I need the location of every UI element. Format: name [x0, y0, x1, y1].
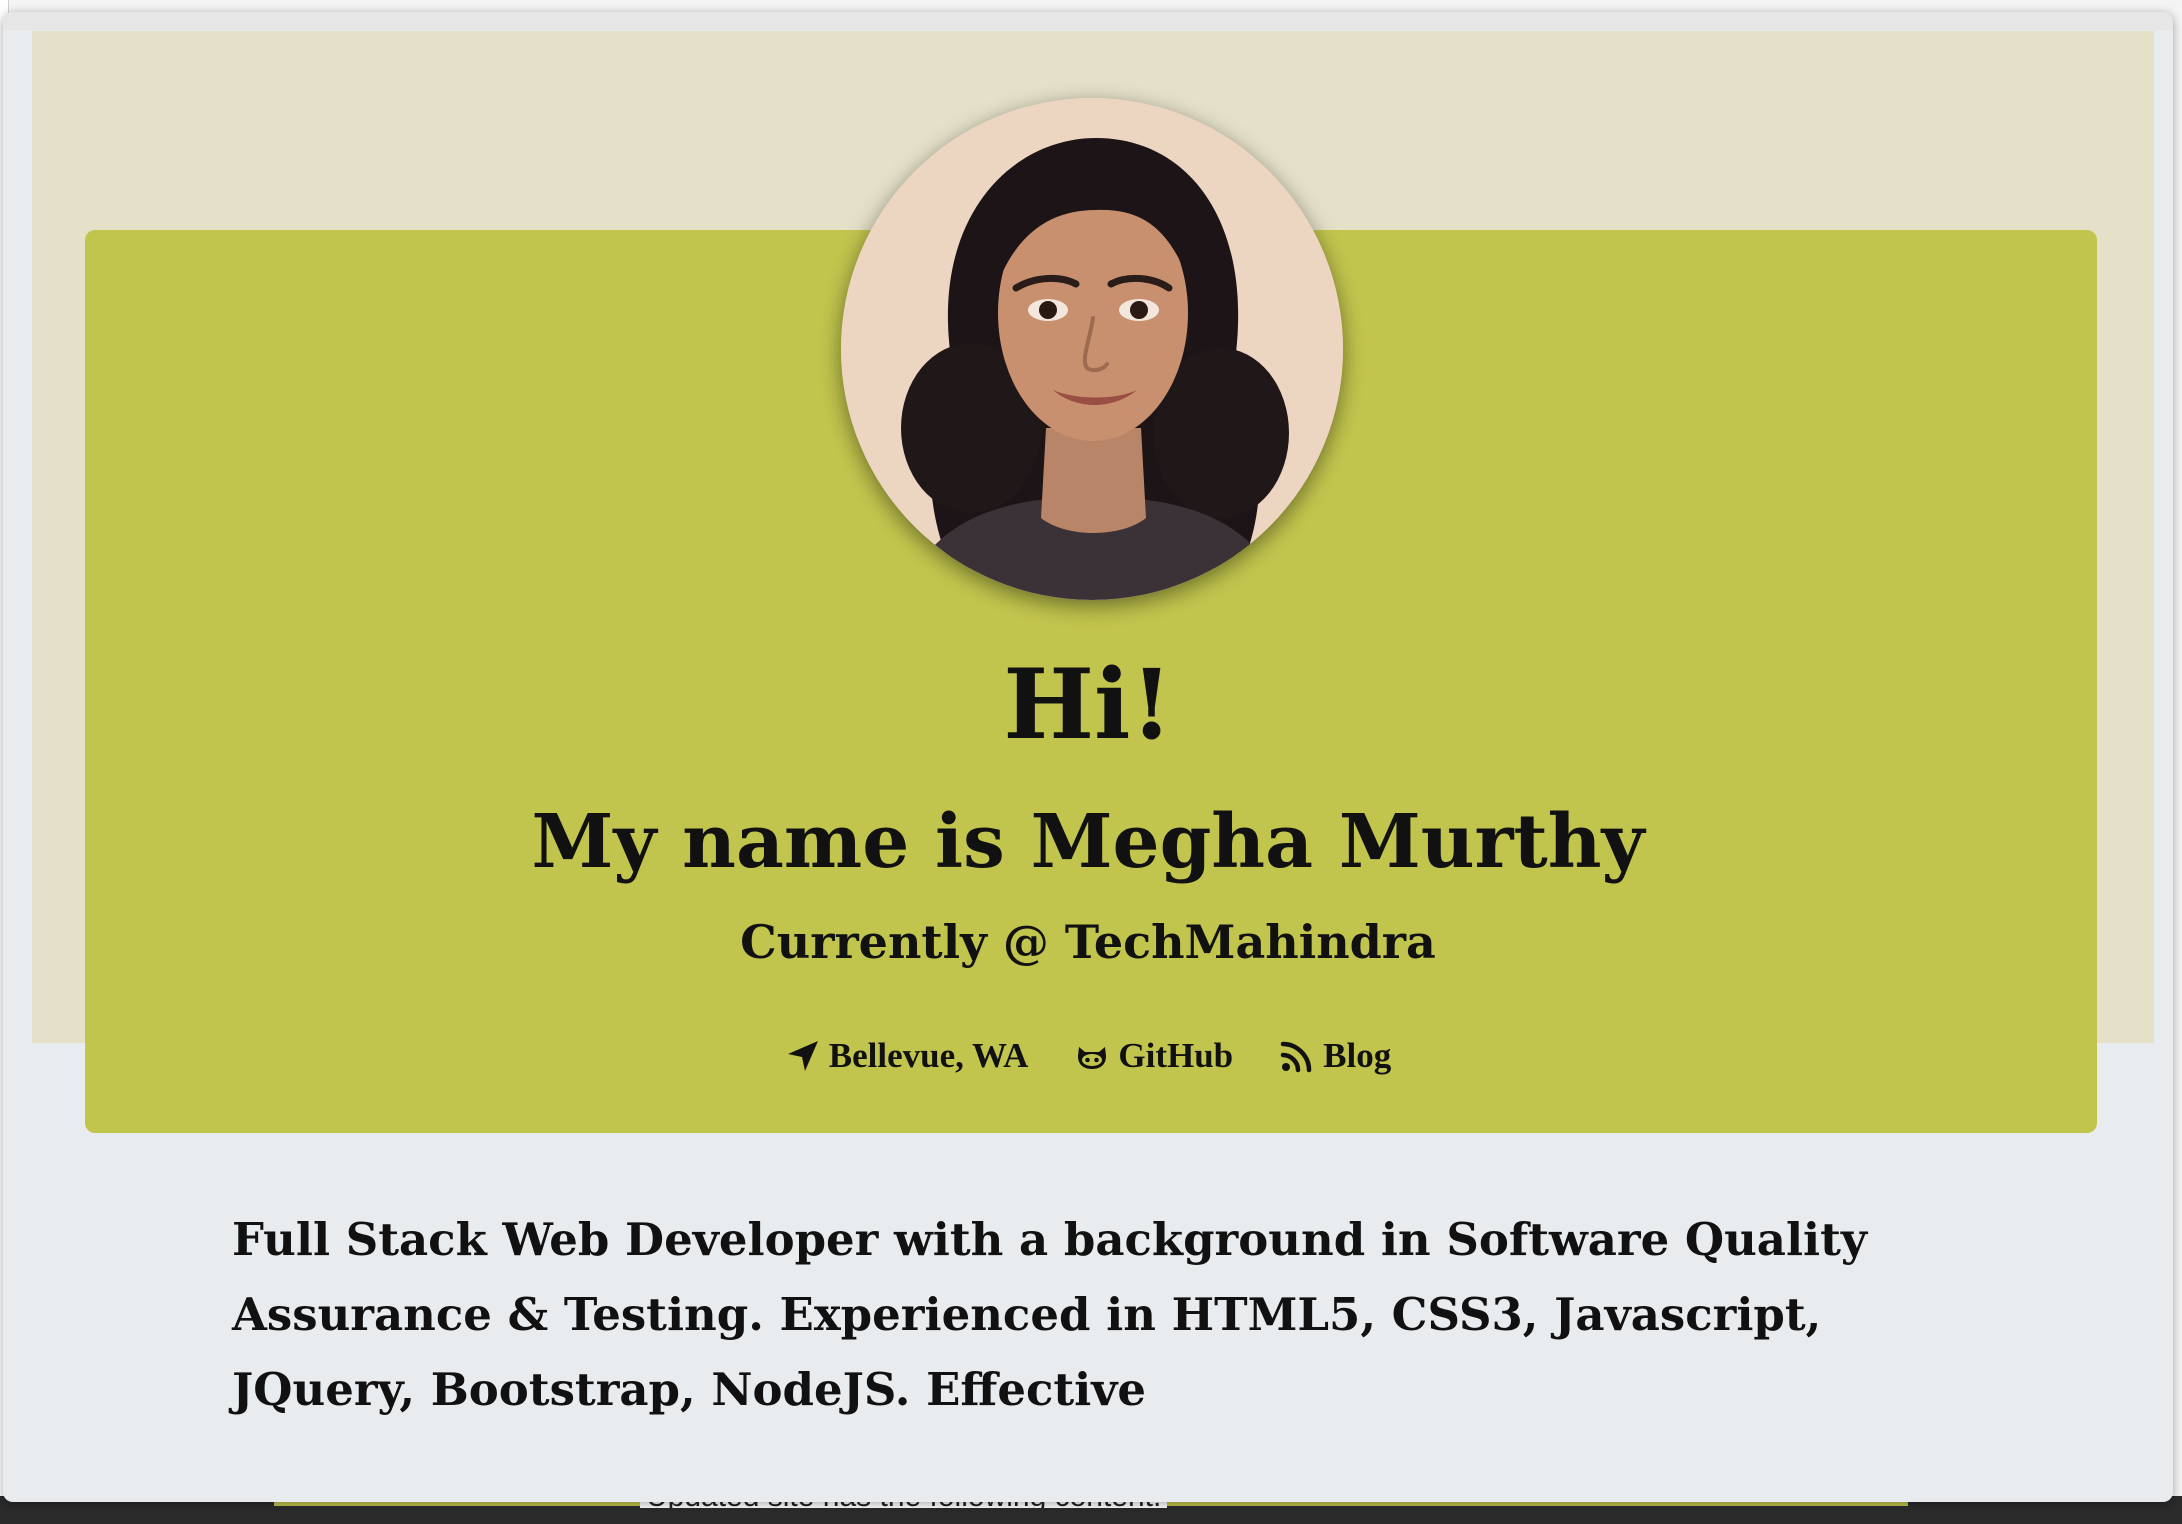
- github-link[interactable]: GitHub: [1074, 1036, 1233, 1076]
- name-heading: My name is Megha Murthy: [531, 799, 1645, 885]
- blog-link[interactable]: Blog: [1279, 1036, 1391, 1076]
- profile-preview-window[interactable]: Hi! My name is Megha Murthy Currently @ …: [3, 12, 2173, 1502]
- location-link[interactable]: Bellevue, WA: [785, 1036, 1029, 1076]
- rss-icon: [1279, 1038, 1315, 1074]
- employer-heading: Currently @ TechMahindra: [740, 915, 1436, 969]
- profile-photo: [841, 98, 1343, 600]
- github-label: GitHub: [1118, 1036, 1234, 1075]
- blog-label: Blog: [1323, 1036, 1392, 1075]
- window-top-bar: [3, 12, 2173, 30]
- greeting-heading: Hi!: [1003, 648, 1173, 761]
- profile-summary: Full Stack Web Developer with a backgrou…: [232, 1213, 1868, 1416]
- location-arrow-icon: [785, 1038, 821, 1074]
- github-icon: [1074, 1038, 1110, 1074]
- profile-links: Bellevue, WA GitHub Blog: [3, 1030, 2173, 1082]
- location-label: Bellevue, WA: [828, 1036, 1029, 1075]
